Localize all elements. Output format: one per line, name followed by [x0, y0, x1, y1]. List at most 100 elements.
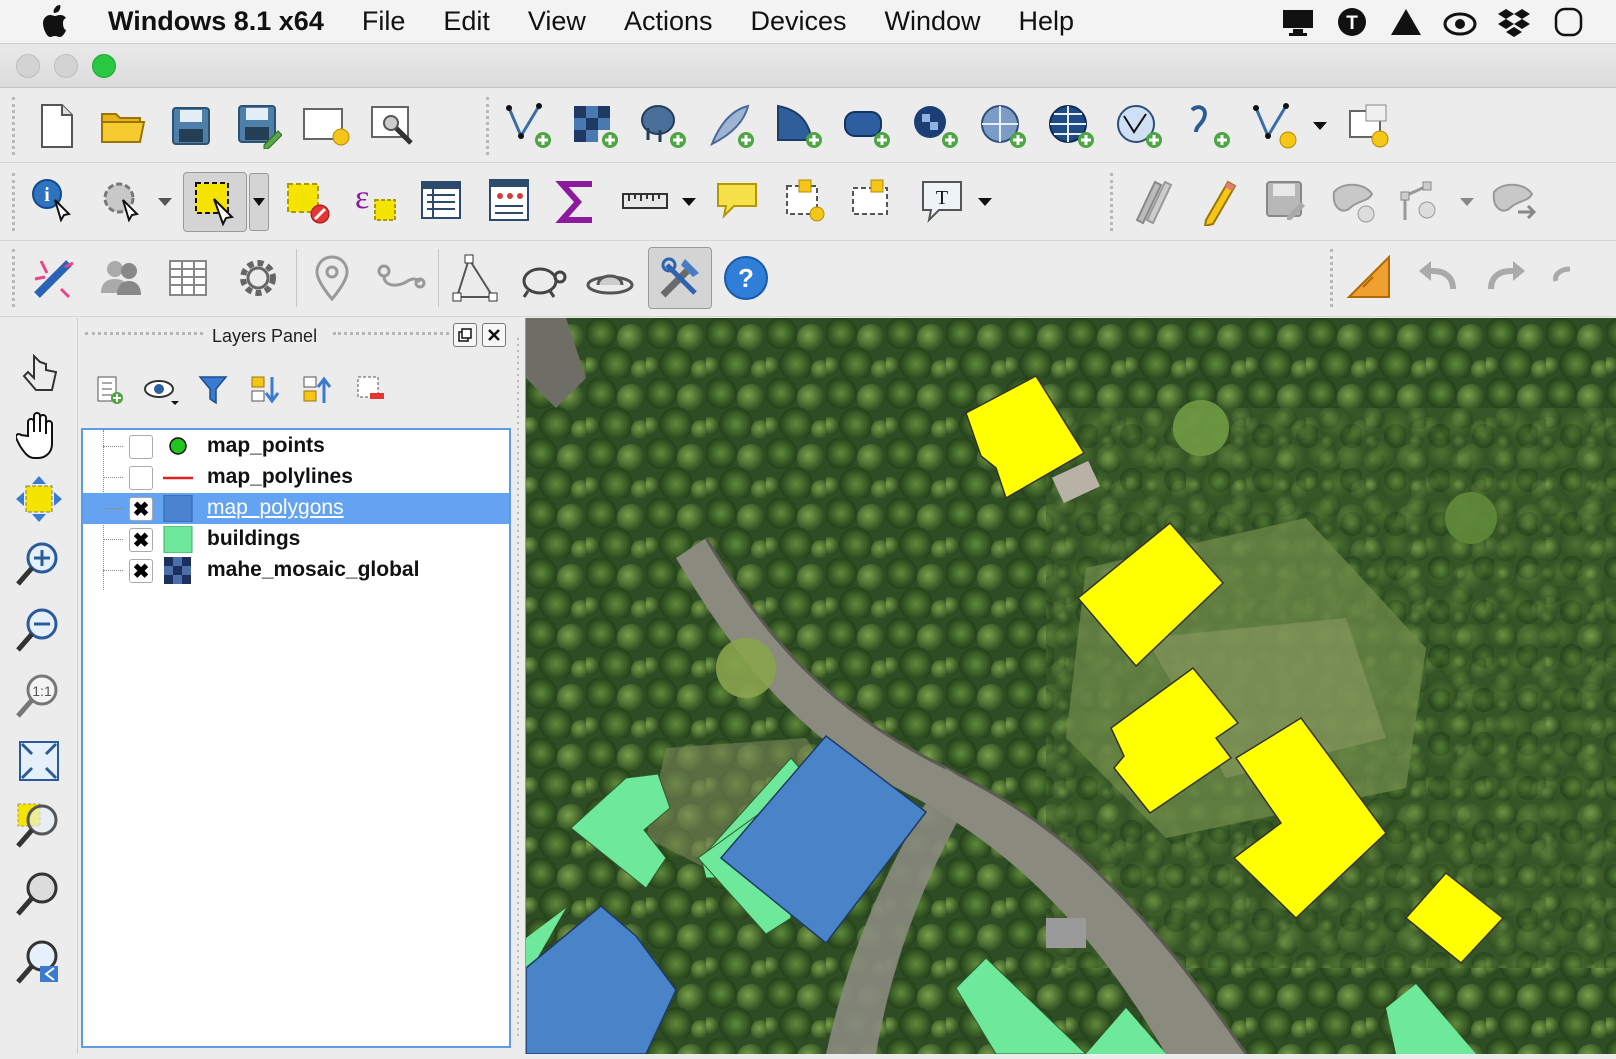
close-window-button[interactable]: [16, 54, 40, 78]
new-print-composer-icon[interactable]: [300, 100, 352, 152]
zoom-to-layer-icon[interactable]: [10, 864, 68, 922]
composer-manager-icon[interactable]: [368, 100, 420, 152]
measure-line-icon[interactable]: [619, 175, 671, 227]
float-panel-button[interactable]: [453, 323, 477, 347]
layer-row-map-points[interactable]: map_points: [83, 431, 509, 462]
layer-visibility-checkbox[interactable]: ✖: [129, 559, 153, 583]
route-icon[interactable]: [374, 252, 426, 304]
new-shapefile-layer-icon[interactable]: [1249, 100, 1301, 152]
toolbar-grip[interactable]: [12, 97, 16, 155]
menu-help[interactable]: Help: [1019, 6, 1075, 37]
add-wcs-layer-icon[interactable]: [1045, 100, 1097, 152]
user-management-icon[interactable]: [96, 252, 148, 304]
google-drive-icon[interactable]: [1388, 4, 1424, 40]
zoom-in-icon[interactable]: [10, 534, 68, 592]
zoom-out-icon[interactable]: [10, 600, 68, 658]
zoom-native-resolution-icon[interactable]: 1:1: [10, 666, 68, 724]
add-delimited-text-layer-icon[interactable]: [1181, 100, 1233, 152]
text-annotation-icon[interactable]: T: [916, 175, 968, 227]
add-wfs-layer-icon[interactable]: [1113, 100, 1165, 152]
redo-icon[interactable]: [1480, 252, 1532, 304]
add-oracle-layer-icon[interactable]: [841, 100, 893, 152]
toolbar-grip[interactable]: [12, 173, 16, 231]
zoom-to-selection-icon[interactable]: [10, 796, 68, 854]
action-dropdown-arrow[interactable]: [158, 198, 172, 206]
toolbar-grip[interactable]: [1330, 249, 1334, 307]
pan-to-selection-icon[interactable]: [10, 470, 68, 528]
layer-row-mahe-mosaic-global[interactable]: ✖ mahe_mosaic_global: [83, 555, 509, 586]
add-db2-layer-icon[interactable]: [909, 100, 961, 152]
undo-icon[interactable]: [1412, 252, 1464, 304]
statistical-summary-icon[interactable]: [551, 175, 603, 227]
rotate-icon[interactable]: [1548, 252, 1588, 304]
measure-dropdown-arrow[interactable]: [682, 198, 696, 206]
zoom-window-button[interactable]: [92, 54, 116, 78]
table-view-icon[interactable]: [163, 252, 215, 304]
toggle-editing-icon[interactable]: [1193, 175, 1245, 227]
collapse-all-icon[interactable]: [295, 368, 339, 412]
map-tips-icon[interactable]: [711, 175, 763, 227]
open-attribute-table-icon[interactable]: [416, 175, 468, 227]
select-features-button[interactable]: [183, 172, 247, 232]
node-tool-dropdown-arrow[interactable]: [1460, 198, 1474, 206]
close-panel-button[interactable]: [482, 323, 506, 347]
app-name-menu[interactable]: Windows 8.1 x64: [108, 6, 324, 37]
menu-actions[interactable]: Actions: [624, 6, 713, 37]
add-postgis-layer-icon[interactable]: [637, 100, 689, 152]
layer-visibility-checkbox[interactable]: [129, 466, 153, 490]
layer-visibility-checkbox[interactable]: ✖: [129, 528, 153, 552]
identify-features-icon[interactable]: i: [28, 175, 80, 227]
menu-file[interactable]: File: [362, 6, 406, 37]
filter-legend-icon[interactable]: [191, 368, 235, 412]
annotation-dropdown-arrow[interactable]: [978, 198, 992, 206]
minimize-window-button[interactable]: [54, 54, 78, 78]
remove-layer-icon[interactable]: [349, 368, 393, 412]
layer-row-map-polylines[interactable]: map_polylines: [83, 462, 509, 493]
select-tool-dropdown[interactable]: [249, 173, 269, 231]
advanced-digitizing-icon[interactable]: [1344, 252, 1396, 304]
deselect-all-icon[interactable]: [283, 175, 335, 227]
move-feature-icon[interactable]: [1488, 175, 1540, 227]
new-layer-dropdown-arrow[interactable]: [1313, 122, 1327, 130]
apple-logo-icon[interactable]: [0, 0, 108, 44]
new-bookmark-icon[interactable]: [780, 175, 832, 227]
zoom-full-icon[interactable]: [10, 732, 68, 790]
menu-devices[interactable]: Devices: [750, 6, 846, 37]
menu-view[interactable]: View: [528, 6, 586, 37]
add-vector-layer-icon[interactable]: [502, 100, 554, 152]
add-spatialite-layer-icon[interactable]: [705, 100, 757, 152]
layer-row-map-polygons[interactable]: ✖ map_polygons: [83, 493, 509, 524]
touch-zoom-pan-icon[interactable]: [10, 344, 68, 402]
expand-all-icon[interactable]: [243, 368, 287, 412]
python-console-icon[interactable]: [28, 252, 80, 304]
hat-icon[interactable]: [584, 252, 636, 304]
display-icon[interactable]: [1280, 4, 1316, 40]
zoom-last-icon[interactable]: [10, 932, 68, 990]
panel-splitter[interactable]: [512, 318, 525, 1054]
georeferencer-icon[interactable]: [448, 252, 500, 304]
vertex-tool-icon[interactable]: [1396, 175, 1448, 227]
layer-visibility-checkbox[interactable]: ✖: [129, 497, 153, 521]
sync-cloud-icon[interactable]: [1442, 4, 1478, 40]
typeit-icon[interactable]: T: [1334, 4, 1370, 40]
select-by-expression-icon[interactable]: ε: [350, 175, 402, 227]
menu-edit[interactable]: Edit: [443, 6, 490, 37]
layer-row-buildings[interactable]: ✖ buildings: [83, 524, 509, 555]
turtle-icon[interactable]: [516, 252, 568, 304]
add-wms-layer-icon[interactable]: [977, 100, 1029, 152]
new-project-icon[interactable]: [30, 100, 82, 152]
add-group-icon[interactable]: [87, 368, 131, 412]
toolbar-grip[interactable]: [486, 97, 490, 155]
add-raster-layer-icon[interactable]: [569, 100, 621, 152]
toolbar-grip[interactable]: [12, 249, 16, 307]
run-feature-action-icon[interactable]: [96, 175, 148, 227]
show-bookmarks-icon[interactable]: [846, 175, 898, 227]
add-mssql-layer-icon[interactable]: [773, 100, 825, 152]
layers-panel-title-bar[interactable]: Layers Panel: [79, 318, 525, 354]
pan-map-icon[interactable]: [10, 406, 68, 464]
current-edits-icon[interactable]: [1126, 175, 1178, 227]
help-icon[interactable]: ?: [720, 252, 772, 304]
map-pin-icon[interactable]: [306, 252, 358, 304]
add-feature-icon[interactable]: [1328, 175, 1380, 227]
dropbox-icon[interactable]: [1496, 4, 1532, 40]
